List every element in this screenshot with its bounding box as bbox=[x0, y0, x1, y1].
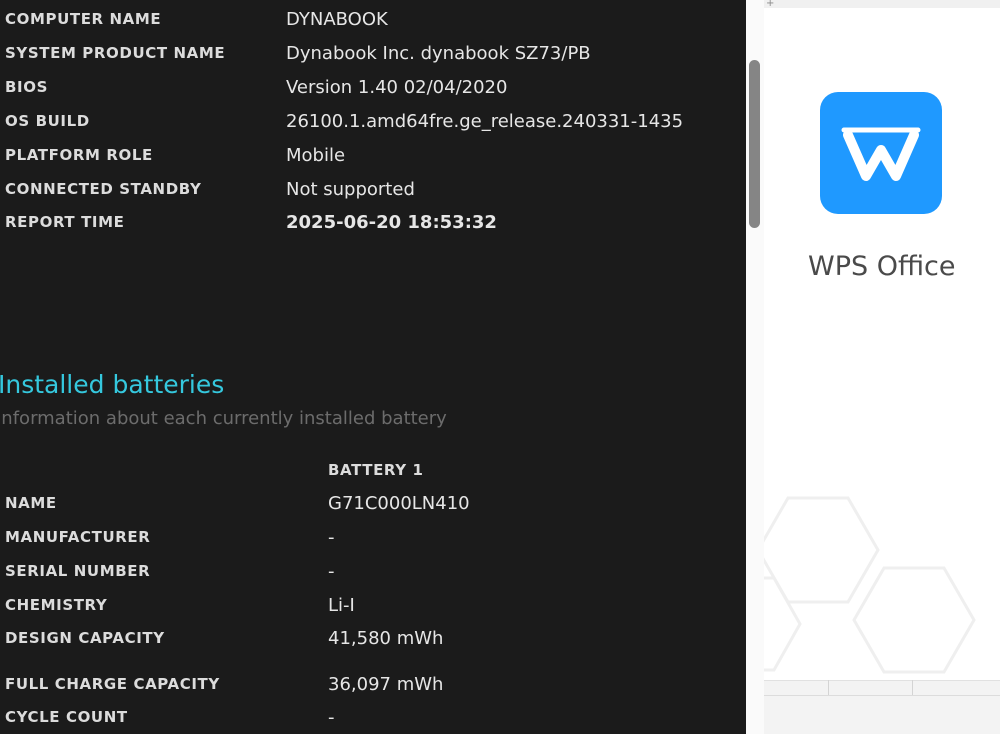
wps-office-logo-icon bbox=[820, 92, 942, 214]
battery-value: - bbox=[328, 527, 335, 548]
battery-value: Li-I bbox=[328, 595, 355, 616]
info-value: Version 1.40 02/04/2020 bbox=[286, 77, 508, 98]
divider bbox=[828, 680, 829, 695]
battery-key: NAME bbox=[5, 494, 57, 512]
info-key: SYSTEM PRODUCT NAME bbox=[5, 44, 226, 62]
info-key: OS BUILD bbox=[5, 112, 90, 130]
battery-value: - bbox=[328, 707, 335, 728]
info-key: REPORT TIME bbox=[5, 213, 125, 231]
info-key: BIOS bbox=[5, 78, 48, 96]
battery-report-page: COMPUTER NAME DYNABOOK SYSTEM PRODUCT NA… bbox=[0, 0, 746, 734]
info-value: Mobile bbox=[286, 145, 346, 166]
divider bbox=[912, 680, 913, 695]
battery-value: G71C000LN410 bbox=[328, 493, 470, 514]
battery-key: SERIAL NUMBER bbox=[5, 562, 151, 580]
section-title: Installed batteries bbox=[0, 370, 225, 399]
info-value: 2025-06-20 18:53:32 bbox=[286, 212, 497, 233]
battery-value: 36,097 mWh bbox=[328, 674, 444, 695]
battery-value: 41,580 mWh bbox=[328, 628, 444, 649]
divider bbox=[764, 695, 1000, 696]
info-key: PLATFORM ROLE bbox=[5, 146, 153, 164]
app-name: WPS Office bbox=[808, 251, 956, 282]
scrollbar-thumb[interactable] bbox=[749, 60, 760, 228]
splash-panel: WPS Office bbox=[764, 8, 1000, 680]
info-key: CONNECTED STANDBY bbox=[5, 180, 202, 198]
battery-key: CHEMISTRY bbox=[5, 596, 108, 614]
info-value: DYNABOOK bbox=[286, 9, 388, 30]
battery-key: FULL CHARGE CAPACITY bbox=[5, 675, 220, 693]
hexagon-pattern-icon bbox=[764, 496, 976, 674]
section-subtitle: Information about each currently install… bbox=[0, 408, 447, 429]
resize-corner-icon: + bbox=[766, 0, 775, 9]
battery-value: - bbox=[328, 561, 335, 582]
battery-key: DESIGN CAPACITY bbox=[5, 629, 165, 647]
info-value: 26100.1.amd64fre.ge_release.240331-1435 bbox=[286, 111, 684, 132]
wps-splash-window: WPS Office bbox=[764, 0, 1000, 734]
info-value: Not supported bbox=[286, 179, 415, 200]
info-key: COMPUTER NAME bbox=[5, 10, 162, 28]
battery-key: MANUFACTURER bbox=[5, 528, 151, 546]
info-value: Dynabook Inc. dynabook SZ73/PB bbox=[286, 43, 591, 64]
battery-key: CYCLE COUNT bbox=[5, 708, 128, 726]
battery-column-header: BATTERY 1 bbox=[328, 461, 424, 479]
splash-footer bbox=[764, 680, 1000, 734]
